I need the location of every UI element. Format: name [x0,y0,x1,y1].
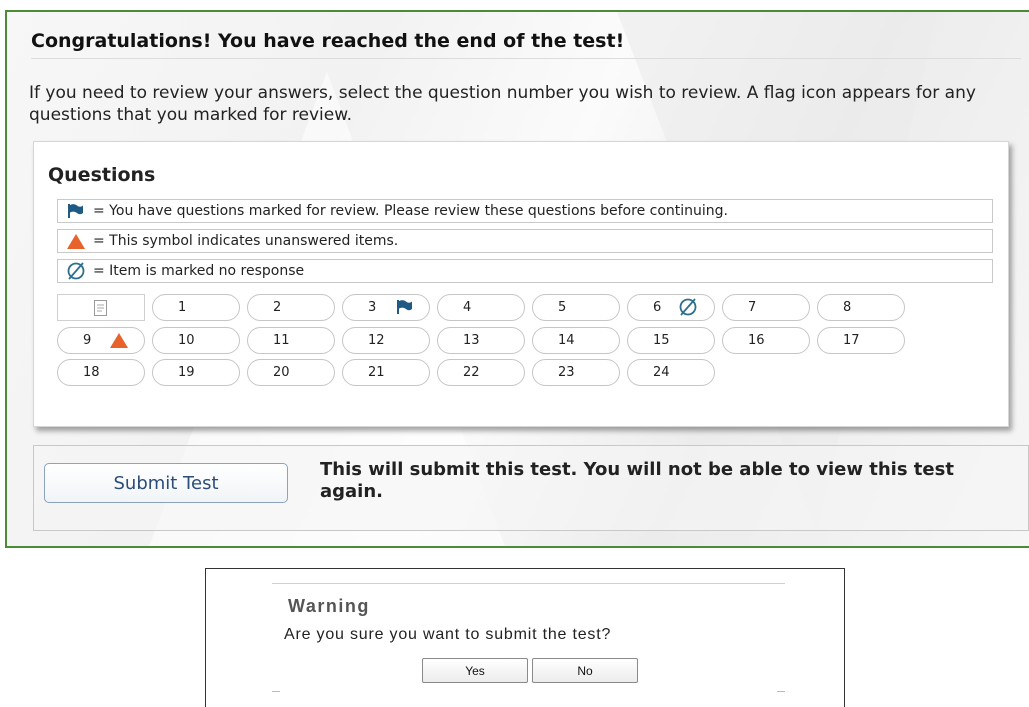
question-button[interactable]: 9 [57,327,145,354]
legend-no-response-text: = Item is marked no response [93,263,305,279]
question-number: 21 [368,365,385,380]
question-number: 15 [653,333,670,348]
question-number: 4 [463,300,472,315]
no-response-icon [65,261,87,281]
page-title: Congratulations! You have reached the en… [31,30,1021,59]
submit-warning-note: This will submit this test. You will not… [320,459,954,502]
submit-area: Submit Test This will submit this test. … [33,445,1029,531]
question-button[interactable]: 17 [817,327,905,354]
warning-triangle-icon [110,333,128,352]
question-button[interactable]: 16 [722,327,810,354]
question-button[interactable]: 20 [247,359,335,386]
dialog-title: Warning [288,596,370,616]
question-number: 11 [273,333,290,348]
question-number: 8 [843,300,852,315]
question-number: 22 [463,365,480,380]
legend-unanswered-text: = This symbol indicates unanswered items… [93,233,399,249]
question-button[interactable]: 10 [152,327,240,354]
question-button[interactable]: 14 [532,327,620,354]
question-number: 13 [463,333,480,348]
question-number: 2 [273,300,282,315]
question-button[interactable]: 6 [627,294,715,321]
test-end-panel: Congratulations! You have reached the en… [5,10,1029,548]
question-number: 18 [83,365,100,380]
warning-triangle-icon [65,233,87,249]
questions-card: Questions = You have questions marked fo… [33,141,1009,427]
question-button[interactable]: 8 [817,294,905,321]
dialog-message: Are you sure you want to submit the test… [284,626,612,643]
legend-flag-text: = You have questions marked for review. … [93,203,728,219]
no-response-icon [678,298,698,321]
question-button[interactable]: 3 [342,294,430,321]
question-number: 1 [178,300,187,315]
question-button[interactable]: 21 [342,359,430,386]
question-number: 17 [843,333,860,348]
question-button[interactable]: 15 [627,327,715,354]
question-number: 12 [368,333,385,348]
question-number: 19 [178,365,195,380]
question-number: 3 [368,300,377,315]
question-button[interactable]: 7 [722,294,810,321]
question-button[interactable]: 19 [152,359,240,386]
warning-dialog-body: Warning Are you sure you want to submit … [272,583,785,692]
question-number: 5 [558,300,567,315]
question-number: 23 [558,365,575,380]
question-number: 20 [273,365,290,380]
question-number: 9 [83,333,92,348]
question-button[interactable]: 13 [437,327,525,354]
question-button[interactable]: 4 [437,294,525,321]
question-button[interactable]: 5 [532,294,620,321]
question-button[interactable]: 24 [627,359,715,386]
review-instructions: If you need to review your answers, sele… [29,83,976,125]
no-button[interactable]: No [532,658,638,683]
flag-icon [397,300,413,318]
questions-heading: Questions [48,164,156,186]
question-button[interactable]: 18 [57,359,145,386]
review-all-button[interactable] [57,294,145,321]
document-icon [94,300,107,320]
legend-unanswered-row: = This symbol indicates unanswered items… [57,229,993,253]
question-number: 7 [748,300,757,315]
question-number: 14 [558,333,575,348]
legend-no-response-row: = Item is marked no response [57,259,993,283]
question-number: 10 [178,333,195,348]
question-button[interactable]: 23 [532,359,620,386]
warning-dialog: Warning Are you sure you want to submit … [205,568,845,707]
question-number: 24 [653,365,670,380]
submit-test-button[interactable]: Submit Test [44,463,288,503]
yes-button[interactable]: Yes [422,658,528,683]
question-number: 6 [653,300,662,315]
question-number: 16 [748,333,765,348]
question-button[interactable]: 11 [247,327,335,354]
question-button[interactable]: 22 [437,359,525,386]
legend-flag-row: = You have questions marked for review. … [57,199,993,223]
question-button[interactable]: 2 [247,294,335,321]
question-button[interactable]: 12 [342,327,430,354]
flag-icon [65,204,87,218]
question-button[interactable]: 1 [152,294,240,321]
